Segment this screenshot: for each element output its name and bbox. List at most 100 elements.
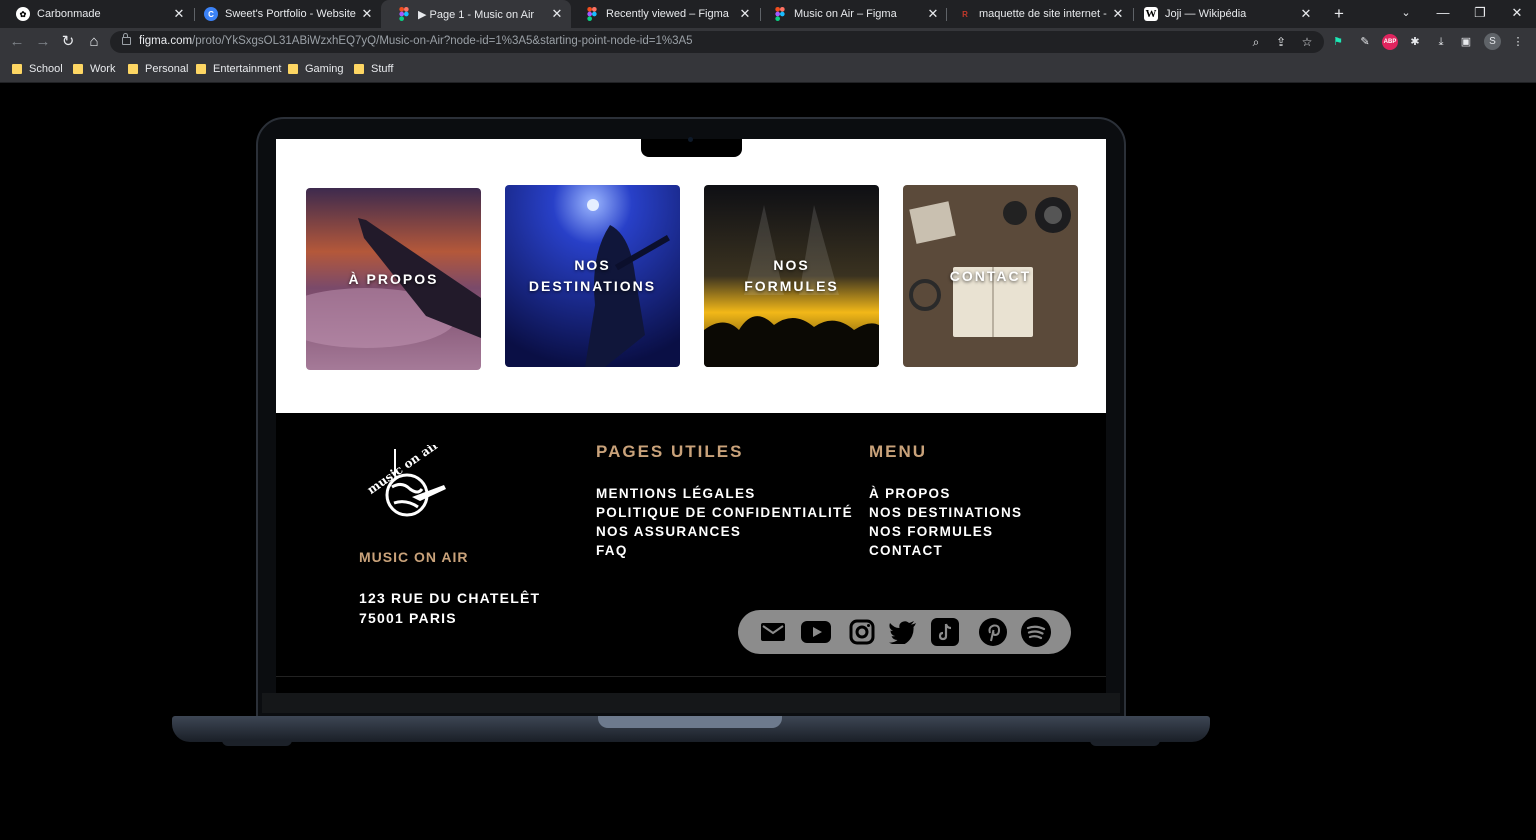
close-tab-icon[interactable]: ✕ [169, 6, 189, 22]
tab-title: Joji — Wikipédia [1165, 8, 1247, 20]
music-on-air-logo[interactable]: music on air [362, 437, 452, 521]
tab-title: Carbonmade [37, 8, 101, 20]
translate-icon: R [962, 9, 968, 19]
home-button[interactable]: ⌂ [84, 33, 104, 51]
tab-joji-wikipedia[interactable]: W Joji — Wikipédia ✕ [1128, 0, 1320, 28]
figma-icon [773, 7, 787, 21]
menu-link-nos-destinations[interactable]: NOS DESTINATIONS [869, 503, 1022, 522]
close-tab-icon[interactable]: ✕ [1296, 6, 1316, 22]
tab-title: maquette de site internet - trad [979, 8, 1108, 20]
bookmark-stuff[interactable]: Stuff [354, 61, 393, 77]
close-tab-icon[interactable]: ✕ [735, 6, 755, 22]
laptop-bottom-bezel [262, 693, 1120, 713]
tab-music-on-air-figma[interactable]: Music on Air – Figma ✕ [757, 0, 947, 28]
lock-icon [122, 33, 131, 45]
card-contact[interactable]: CONTACT [903, 185, 1078, 367]
portfolio-icon: C [204, 7, 218, 21]
address: 123 RUE DU CHATELÊT 75001 PARIS [359, 588, 540, 628]
adblock-icon[interactable]: ABP [1382, 34, 1398, 50]
laptop-foot-right [1090, 740, 1160, 746]
menu-link-contact[interactable]: CONTACT [869, 541, 1022, 560]
download-icon[interactable]: ⤓ [1433, 34, 1449, 50]
card-nos-formules[interactable]: NOS FORMULES [704, 185, 879, 367]
reload-button[interactable]: ↻ [58, 33, 78, 51]
browser-toolbar: ← → ↻ ⌂ figma.com/proto/YkSxgsOL31ABiWzx… [0, 28, 1536, 56]
useful-pages-list: MENTIONS LÉGALES POLITIQUE DE CONFIDENTI… [596, 484, 853, 560]
folder-icon [12, 64, 22, 74]
close-tab-icon[interactable]: ✕ [547, 6, 567, 22]
figma-icon [397, 7, 411, 21]
youtube-icon[interactable] [800, 616, 832, 648]
tab-maquette-translate[interactable]: R maquette de site internet - trad ✕ [942, 0, 1132, 28]
footer-menu-list: À PROPOS NOS DESTINATIONS NOS FORMULES C… [869, 484, 1022, 560]
bookmark-gaming[interactable]: Gaming [288, 61, 344, 77]
address-city: 75001 PARIS [359, 610, 457, 626]
bookmark-school[interactable]: School [12, 61, 63, 77]
tab-title: ▶ Page 1 - Music on Air [418, 8, 535, 21]
forward-button[interactable]: → [33, 33, 53, 51]
folder-icon [288, 64, 298, 74]
link-nos-assurances[interactable]: NOS ASSURANCES [596, 522, 853, 541]
close-tab-icon[interactable]: ✕ [923, 6, 943, 22]
bookmark-work[interactable]: Work [73, 61, 115, 77]
globe-plane-logo-icon: music on air [365, 437, 446, 517]
menu-link-nos-formules[interactable]: NOS FORMULES [869, 522, 1022, 541]
extensions-puzzle-icon[interactable]: ✱ [1407, 34, 1423, 50]
tab-portfolio[interactable]: C Sweet's Portfolio - Website ✕ [188, 0, 381, 28]
card-label: CONTACT [949, 267, 1032, 284]
url-text[interactable]: figma.com/proto/YkSxgsOL31ABiWzxhEQ7yQ/M… [139, 35, 693, 47]
restore-button[interactable]: ❐ [1462, 0, 1498, 28]
close-tab-icon[interactable]: ✕ [1108, 6, 1128, 22]
card-label: NOS DESTINATIONS [528, 257, 657, 294]
card-label: NOS FORMULES [744, 257, 839, 294]
extension-pen-icon[interactable]: ✎ [1357, 34, 1373, 50]
zoom-icon[interactable]: ⌕ [1248, 34, 1264, 50]
side-panel-icon[interactable]: ▣ [1458, 34, 1474, 50]
folder-icon [73, 64, 83, 74]
close-tab-icon[interactable]: ✕ [357, 6, 377, 22]
bookmark-star-icon[interactable]: ☆ [1299, 34, 1315, 50]
card-a-propos[interactable]: À PROPOS [306, 188, 481, 370]
card-label: À PROPOS [348, 270, 439, 287]
menu-title: MENU [869, 442, 928, 461]
bookmark-entertainment[interactable]: Entertainment [196, 61, 281, 77]
laptop-screen: À PROPOS NOS DESTINATIONS NOS FORMULES C… [276, 139, 1106, 693]
link-mentions-legales[interactable]: MENTIONS LÉGALES [596, 484, 853, 503]
tab-title: Recently viewed – Figma [606, 8, 729, 20]
useful-pages-title: PAGES UTILES [596, 442, 744, 461]
profile-avatar[interactable]: S [1484, 33, 1501, 50]
brand-name: MUSIC ON AIR [359, 549, 469, 565]
twitter-icon[interactable] [887, 616, 919, 648]
close-window-button[interactable]: ✕ [1499, 0, 1535, 28]
address-bar[interactable]: figma.com/proto/YkSxgsOL31ABiWzxhEQ7yQ/M… [110, 31, 1324, 53]
tab-search-chevron-icon[interactable]: ⌄ [1388, 0, 1424, 28]
svg-text:music on air: music on air [365, 445, 442, 497]
wikipedia-icon: W [1144, 7, 1158, 21]
share-icon[interactable]: ⇪ [1273, 34, 1289, 50]
minimize-button[interactable]: — [1425, 0, 1461, 28]
pinterest-icon[interactable] [977, 616, 1009, 648]
bookmark-personal[interactable]: Personal [128, 61, 188, 77]
back-button[interactable]: ← [7, 33, 27, 51]
tiktok-icon[interactable] [929, 616, 961, 648]
tab-page1-music-on-air[interactable]: ▶ Page 1 - Music on Air ✕ [381, 0, 571, 28]
laptop-foot-left [222, 740, 292, 746]
figma-icon [585, 7, 599, 21]
link-politique-confidentialite[interactable]: POLITIQUE DE CONFIDENTIALITÉ [596, 503, 853, 522]
link-faq[interactable]: FAQ [596, 541, 853, 560]
spotify-icon[interactable] [1020, 616, 1052, 648]
more-menu-icon[interactable]: ⋮ [1510, 34, 1526, 50]
tab-recently-viewed-figma[interactable]: Recently viewed – Figma ✕ [569, 0, 759, 28]
instagram-icon[interactable] [846, 616, 878, 648]
address-street: 123 RUE DU CHATELÊT [359, 590, 541, 606]
tab-carbonmade[interactable]: ✿ Carbonmade ✕ [0, 0, 193, 28]
tab-title: Music on Air – Figma [794, 8, 897, 20]
extension-green-icon[interactable]: ⚑ [1330, 34, 1346, 50]
new-tab-button[interactable]: + [1330, 4, 1348, 24]
webcam [688, 137, 693, 142]
card-nos-destinations[interactable]: NOS DESTINATIONS [505, 185, 680, 367]
mail-icon[interactable] [757, 616, 789, 648]
folder-icon [354, 64, 364, 74]
menu-link-a-propos[interactable]: À PROPOS [869, 484, 1022, 503]
footer-divider [276, 676, 1106, 677]
